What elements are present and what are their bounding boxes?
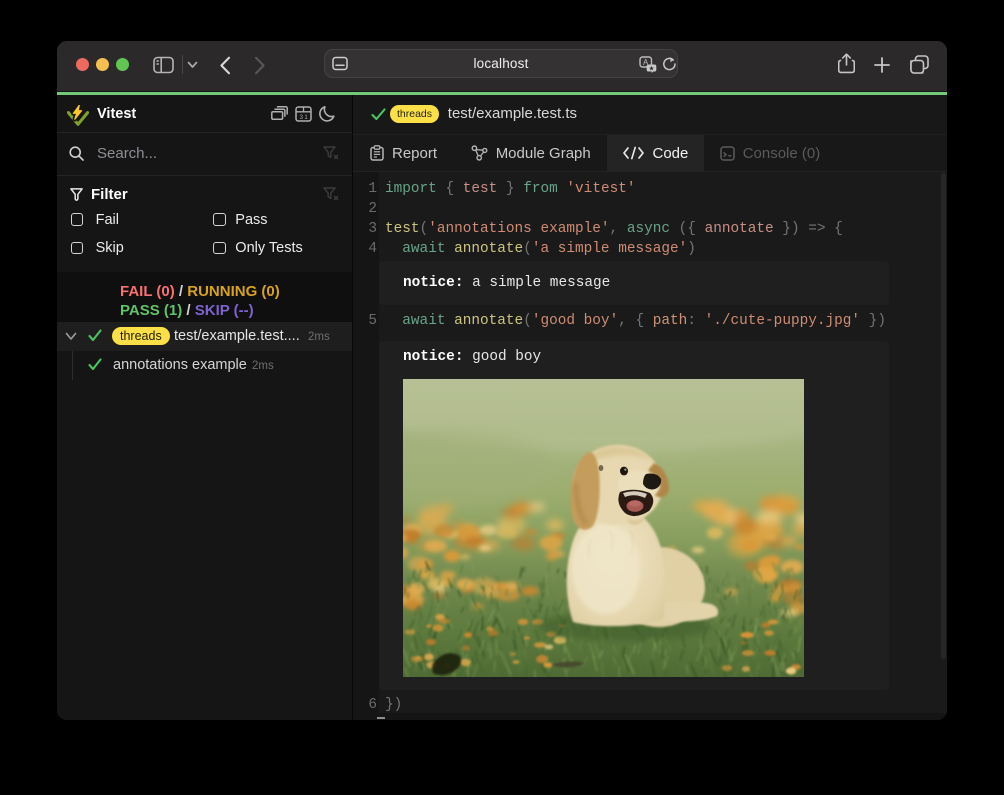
svg-text:★: ★ — [649, 64, 655, 72]
svg-text:3: 3 — [300, 115, 304, 121]
svg-text:1: 1 — [304, 115, 308, 121]
